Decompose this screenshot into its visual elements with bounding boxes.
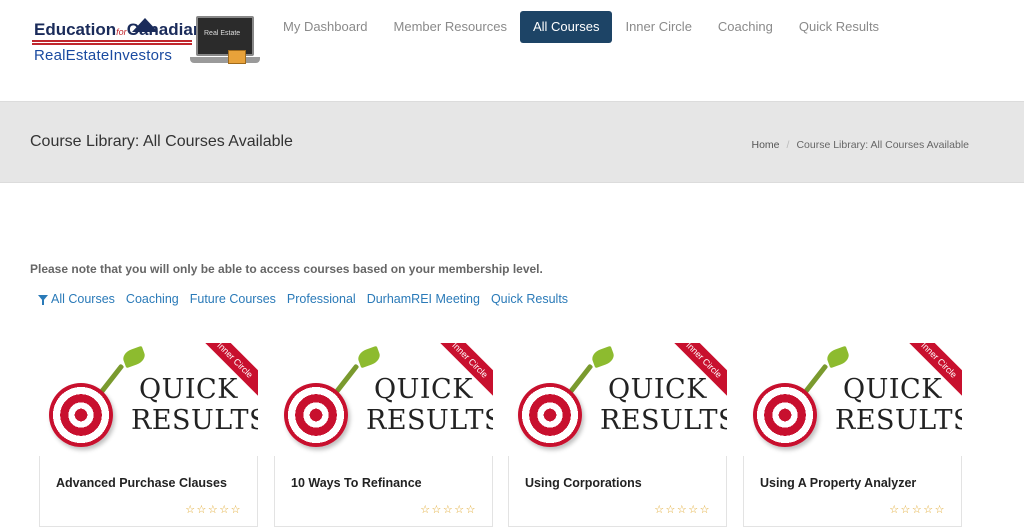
filter-icon bbox=[38, 295, 48, 305]
thumbnail-text-bottom: RESULTS bbox=[600, 405, 727, 436]
thumbnail-text-bottom: RESULTS bbox=[366, 405, 493, 436]
course-title[interactable]: 10 Ways To Refinance bbox=[291, 476, 422, 490]
thumbnail-text-top: QUICK bbox=[608, 374, 707, 405]
course-thumbnail[interactable]: QUICK RESULTS Inner Circle bbox=[39, 343, 258, 456]
dart-fletching bbox=[589, 345, 617, 369]
logo-text-line1: EducationforCanadian bbox=[34, 20, 204, 39]
course-card[interactable]: QUICK RESULTS Inner Circle Using A Prope… bbox=[743, 343, 962, 527]
breadcrumb-current: Course Library: All Courses Available bbox=[796, 139, 969, 151]
breadcrumb-home[interactable]: Home bbox=[752, 139, 780, 151]
course-title[interactable]: Using Corporations bbox=[525, 476, 642, 490]
target-icon bbox=[49, 383, 113, 447]
nav-member-resources[interactable]: Member Resources bbox=[381, 11, 520, 43]
course-card-body: 10 Ways To Refinance ☆☆☆☆☆ bbox=[274, 456, 493, 527]
course-card[interactable]: QUICK RESULTS Inner Circle 10 Ways To Re… bbox=[274, 343, 493, 527]
course-card-body: Using Corporations ☆☆☆☆☆ bbox=[508, 456, 727, 527]
filter-durhamrei-meeting[interactable]: DurhamREI Meeting bbox=[367, 292, 480, 306]
nav-coaching[interactable]: Coaching bbox=[705, 11, 786, 43]
filter-label: All Courses bbox=[51, 292, 115, 306]
logo-flag-stripes bbox=[32, 40, 192, 46]
star-rating: ☆☆☆☆☆ bbox=[185, 504, 242, 516]
target-icon bbox=[753, 383, 817, 447]
course-filter-bar: All Courses Coaching Future Courses Prof… bbox=[38, 292, 579, 306]
breadcrumb-separator: / bbox=[786, 139, 790, 151]
thumbnail-text-top: QUICK bbox=[374, 374, 473, 405]
laptop-base bbox=[190, 57, 260, 63]
site-header: EducationforCanadian RealEstateInvestors… bbox=[0, 0, 1024, 101]
course-card-body: Using A Property Analyzer ☆☆☆☆☆ bbox=[743, 456, 962, 527]
course-title[interactable]: Using A Property Analyzer bbox=[760, 476, 916, 490]
course-thumbnail[interactable]: QUICK RESULTS Inner Circle bbox=[743, 343, 962, 456]
course-title[interactable]: Advanced Purchase Clauses bbox=[56, 476, 227, 490]
nav-inner-circle[interactable]: Inner Circle bbox=[612, 11, 704, 43]
nav-quick-results[interactable]: Quick Results bbox=[786, 11, 892, 43]
filter-all-courses[interactable]: All Courses bbox=[38, 292, 115, 306]
course-card-body: Advanced Purchase Clauses ☆☆☆☆☆ bbox=[39, 456, 258, 527]
star-rating: ☆☆☆☆☆ bbox=[889, 504, 946, 516]
breadcrumb: Home / Course Library: All Courses Avail… bbox=[752, 139, 970, 151]
star-rating: ☆☆☆☆☆ bbox=[420, 504, 477, 516]
course-thumbnail[interactable]: QUICK RESULTS Inner Circle bbox=[508, 343, 727, 456]
membership-notice: Please note that you will only be able t… bbox=[30, 262, 543, 276]
filter-coaching[interactable]: Coaching bbox=[126, 292, 179, 306]
dart-fletching bbox=[824, 345, 852, 369]
dart-fletching bbox=[355, 345, 383, 369]
page-title: Course Library: All Courses Available bbox=[30, 133, 293, 150]
target-icon bbox=[284, 383, 348, 447]
course-grid: QUICK RESULTS Inner Circle Advanced Purc… bbox=[39, 343, 979, 527]
course-card[interactable]: QUICK RESULTS Inner Circle Advanced Purc… bbox=[39, 343, 258, 527]
nav-all-courses[interactable]: All Courses bbox=[519, 11, 613, 43]
target-icon bbox=[518, 383, 582, 447]
thumbnail-text-top: QUICK bbox=[139, 374, 238, 405]
main-nav: My Dashboard Member Resources All Course… bbox=[270, 11, 892, 43]
thumbnail-text-top: QUICK bbox=[843, 374, 942, 405]
course-thumbnail[interactable]: QUICK RESULTS Inner Circle bbox=[274, 343, 493, 456]
filter-future-courses[interactable]: Future Courses bbox=[190, 292, 276, 306]
nav-my-dashboard[interactable]: My Dashboard bbox=[270, 11, 381, 43]
box-icon bbox=[228, 50, 246, 64]
course-card[interactable]: QUICK RESULTS Inner Circle Using Corpora… bbox=[508, 343, 727, 527]
dart-fletching bbox=[120, 345, 148, 369]
logo-text-line2: RealEstateInvestors bbox=[34, 47, 173, 64]
laptop-screen-text: Real Estate bbox=[204, 30, 241, 37]
thumbnail-text-bottom: RESULTS bbox=[131, 405, 258, 436]
filter-quick-results[interactable]: Quick Results bbox=[491, 292, 568, 306]
page-title-bar: Course Library: All Courses Available Ho… bbox=[0, 101, 1024, 183]
star-rating: ☆☆☆☆☆ bbox=[654, 504, 711, 516]
filter-professional[interactable]: Professional bbox=[287, 292, 356, 306]
thumbnail-text-bottom: RESULTS bbox=[835, 405, 962, 436]
site-logo[interactable]: EducationforCanadian RealEstateInvestors… bbox=[32, 14, 262, 70]
